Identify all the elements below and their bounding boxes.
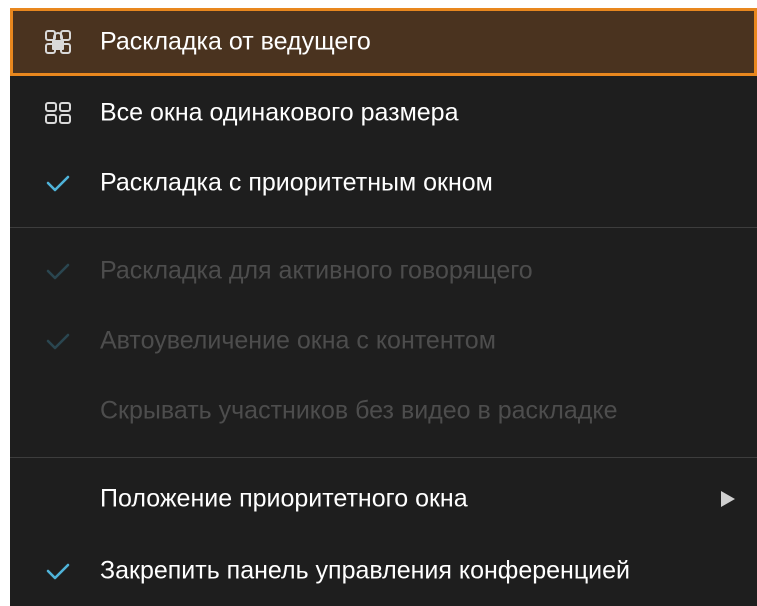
menu-item-presenter-layout[interactable]: Раскладка от ведущего	[10, 8, 757, 76]
menu-item-label: Скрывать участников без видео в раскладк…	[100, 396, 618, 425]
menu-item-label: Раскладка от ведущего	[100, 27, 371, 56]
checkmark-icon	[46, 563, 70, 580]
menu-item-auto-enlarge-content: Автоувеличение окна с контентом	[10, 306, 757, 376]
menu-item-label: Раскладка для активного говорящего	[100, 256, 533, 285]
menu-item-priority-window-position[interactable]: Положение приоритетного окна	[10, 464, 757, 534]
presenter-layout-icon	[45, 30, 71, 54]
menu-item-hide-no-video: Скрывать участников без видео в раскладк…	[10, 376, 757, 446]
menu-item-priority-window-layout[interactable]: Раскладка с приоритетным окном	[10, 148, 757, 218]
menu-item-label: Закрепить панель управления конференцией	[100, 556, 631, 585]
menu-divider	[10, 227, 757, 228]
checkmark-icon	[46, 263, 70, 280]
layout-context-menu: Раскладка от ведущего Все окна одинаково…	[10, 8, 757, 606]
menu-item-active-speaker-layout: Раскладка для активного говорящего	[10, 236, 757, 306]
menu-item-label: Раскладка с приоритетным окном	[100, 168, 493, 197]
menu-item-label: Автоувеличение окна с контентом	[100, 326, 496, 355]
submenu-arrow-icon	[721, 491, 735, 507]
grid-layout-icon	[45, 102, 71, 124]
menu-divider	[10, 457, 757, 458]
menu-item-label: Все окна одинакового размера	[100, 98, 459, 127]
checkmark-icon	[46, 175, 70, 192]
checkmark-icon	[46, 333, 70, 350]
menu-item-equal-windows[interactable]: Все окна одинакового размера	[10, 78, 757, 148]
menu-item-pin-control-panel[interactable]: Закрепить панель управления конференцией	[10, 536, 757, 606]
menu-item-label: Положение приоритетного окна	[100, 484, 468, 513]
